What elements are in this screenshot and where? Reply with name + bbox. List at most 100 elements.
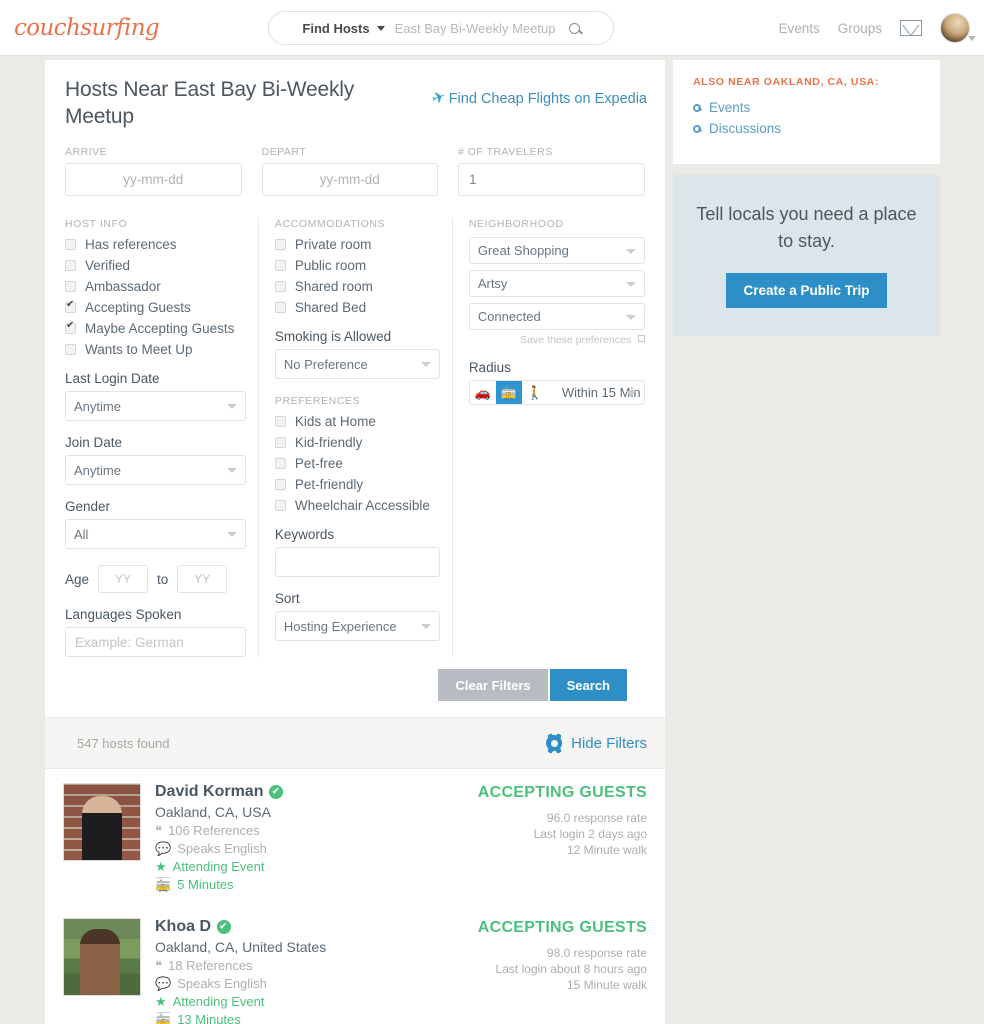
join-date-select[interactable]: Anytime <box>65 455 246 485</box>
smoking-value: No Preference <box>283 356 368 372</box>
checkbox-icon[interactable] <box>274 479 286 490</box>
languages-spoken-label: Languages Spoken <box>65 607 182 622</box>
checkbox-kids-at-home[interactable]: Kids at Home <box>274 414 440 429</box>
search-button[interactable]: Search <box>549 669 627 701</box>
smoking-select[interactable]: No Preference <box>274 349 440 379</box>
chevron-down-icon[interactable] <box>420 624 431 629</box>
chevron-down-icon[interactable] <box>226 404 237 409</box>
travelers-input[interactable] <box>458 163 645 196</box>
checkbox-icon[interactable] <box>638 335 645 342</box>
chevron-down-icon[interactable] <box>226 468 237 473</box>
create-public-trip-button[interactable]: Create a Public Trip <box>726 273 887 308</box>
checkbox-public-room[interactable]: Public room <box>274 258 440 273</box>
host-name[interactable]: Khoa D <box>155 918 326 936</box>
checkbox-icon[interactable] <box>65 344 76 355</box>
search-input[interactable] <box>394 20 565 36</box>
checkbox-pet-free[interactable]: Pet-free <box>274 456 440 471</box>
checkbox-accepting-guests[interactable]: Accepting Guests <box>65 299 246 315</box>
age-to-input[interactable] <box>177 565 228 593</box>
neighborhood-select-3[interactable]: Connected <box>468 303 645 330</box>
chevron-down-icon[interactable] <box>420 362 431 367</box>
checkbox-has-references[interactable]: Has references <box>65 237 246 252</box>
nav-item-events[interactable]: Events <box>778 21 819 36</box>
checkbox-label: Maybe Accepting Guests <box>85 321 235 336</box>
page-root: couchsurfing Find Hosts Events Groups Ho… <box>0 0 984 1024</box>
checkbox-icon[interactable] <box>65 281 76 292</box>
table-row[interactable]: David Korman Oakland, CA, USA ❝ 106 Refe… <box>45 769 665 904</box>
chevron-down-icon[interactable] <box>626 391 636 396</box>
checkbox-icon[interactable] <box>274 281 286 292</box>
checkbox-icon[interactable] <box>274 239 286 250</box>
checkbox-icon[interactable] <box>65 239 76 250</box>
expedia-flights-link[interactable]: ✈Find Cheap Flights on Expedia <box>430 88 647 109</box>
checkbox-label: Wants to Meet Up <box>85 342 193 357</box>
avatar[interactable] <box>63 918 141 996</box>
checkbox-wheelchair-accessible[interactable]: Wheelchair Accessible <box>274 498 440 513</box>
checkbox-maybe-accepting-guests[interactable]: Maybe Accepting Guests <box>65 320 246 336</box>
chevron-down-icon[interactable] <box>626 282 636 287</box>
radius-label: Radius <box>468 360 511 375</box>
expedia-link-label: Find Cheap Flights on Expedia <box>448 91 647 107</box>
travelers-label: # OF TRAVELERS <box>458 146 553 158</box>
checkbox-verified[interactable]: Verified <box>65 258 246 273</box>
chevron-down-icon[interactable] <box>626 249 636 254</box>
hide-filters-button[interactable]: Hide Filters <box>546 735 647 752</box>
walk-icon[interactable]: 🚶 <box>522 381 548 404</box>
checkbox-private-room[interactable]: Private room <box>274 237 440 252</box>
chevron-down-icon[interactable] <box>626 315 636 320</box>
neighborhood-select-1[interactable]: Great Shopping <box>468 237 645 264</box>
envelope-icon[interactable] <box>900 20 922 36</box>
global-search-bar[interactable]: Find Hosts <box>268 11 614 45</box>
nav-item-groups[interactable]: Groups <box>838 21 882 36</box>
checkbox-label: Pet-friendly <box>294 477 364 492</box>
avatar[interactable] <box>940 13 976 43</box>
last-login-select[interactable]: Anytime <box>65 391 246 421</box>
avatar[interactable] <box>63 783 141 861</box>
checkbox-icon[interactable] <box>274 416 286 427</box>
sort-select[interactable]: Hosting Experience <box>274 611 440 641</box>
checkbox-label: Shared Bed <box>294 300 367 315</box>
checkbox-shared-bed[interactable]: Shared Bed <box>274 300 440 315</box>
clear-filters-button[interactable]: Clear Filters <box>438 669 548 701</box>
table-row[interactable]: Khoa D Oakland, CA, United States ❝ 18 R… <box>45 904 665 1024</box>
save-preferences-row[interactable]: Save these preferences <box>469 334 645 346</box>
transit-icon[interactable]: 🚋 <box>495 381 522 404</box>
checkbox-pet-friendly[interactable]: Pet-friendly <box>274 477 440 492</box>
chevron-down-icon[interactable] <box>226 532 237 537</box>
age-from-input[interactable] <box>98 565 149 593</box>
keywords-input[interactable] <box>274 547 440 577</box>
arrive-input[interactable] <box>65 163 242 196</box>
radius-control[interactable]: 🚗 🚋 🚶 Within 15 Min <box>468 380 645 405</box>
checkbox-icon[interactable] <box>274 437 286 448</box>
checkbox-icon-checked[interactable] <box>65 320 76 334</box>
gender-select[interactable]: All <box>65 519 246 549</box>
checkbox-icon[interactable] <box>274 260 286 271</box>
chevron-down-icon[interactable] <box>968 36 976 41</box>
couchsurfing-logo[interactable]: couchsurfing <box>14 15 160 41</box>
search-scope-label[interactable]: Find Hosts <box>302 21 369 36</box>
neighborhood-select-2[interactable]: Artsy <box>468 270 645 297</box>
depart-input[interactable] <box>261 163 438 196</box>
car-icon[interactable]: 🚗 <box>470 381 496 404</box>
checkbox-icon[interactable] <box>274 500 286 511</box>
host-name[interactable]: David Korman <box>155 783 284 801</box>
checkbox-shared-room[interactable]: Shared room <box>274 279 440 294</box>
last-login-label: Last Login Date <box>65 371 160 386</box>
checkbox-ambassador[interactable]: Ambassador <box>65 279 246 294</box>
checkbox-icon[interactable] <box>274 302 286 313</box>
languages-spoken-input[interactable] <box>65 627 246 657</box>
sidebar-item-discussions[interactable]: Discussions <box>693 121 920 136</box>
checkbox-kid-friendly[interactable]: Kid-friendly <box>274 435 440 450</box>
transit-icon: 🚋 <box>155 877 172 892</box>
chevron-down-icon[interactable] <box>376 25 385 31</box>
sort-label: Sort <box>274 591 300 606</box>
gear-icon[interactable] <box>546 735 563 751</box>
checkbox-icon[interactable] <box>65 260 76 271</box>
host-references-label: 106 References <box>168 823 260 838</box>
checkbox-icon[interactable] <box>274 458 286 469</box>
host-transit-label: 13 Minutes <box>177 1012 241 1024</box>
checkbox-icon-checked[interactable] <box>65 299 76 313</box>
search-icon[interactable] <box>568 22 580 34</box>
sidebar-item-events[interactable]: Events <box>693 100 920 115</box>
checkbox-wants-to-meet-up[interactable]: Wants to Meet Up <box>65 342 246 357</box>
